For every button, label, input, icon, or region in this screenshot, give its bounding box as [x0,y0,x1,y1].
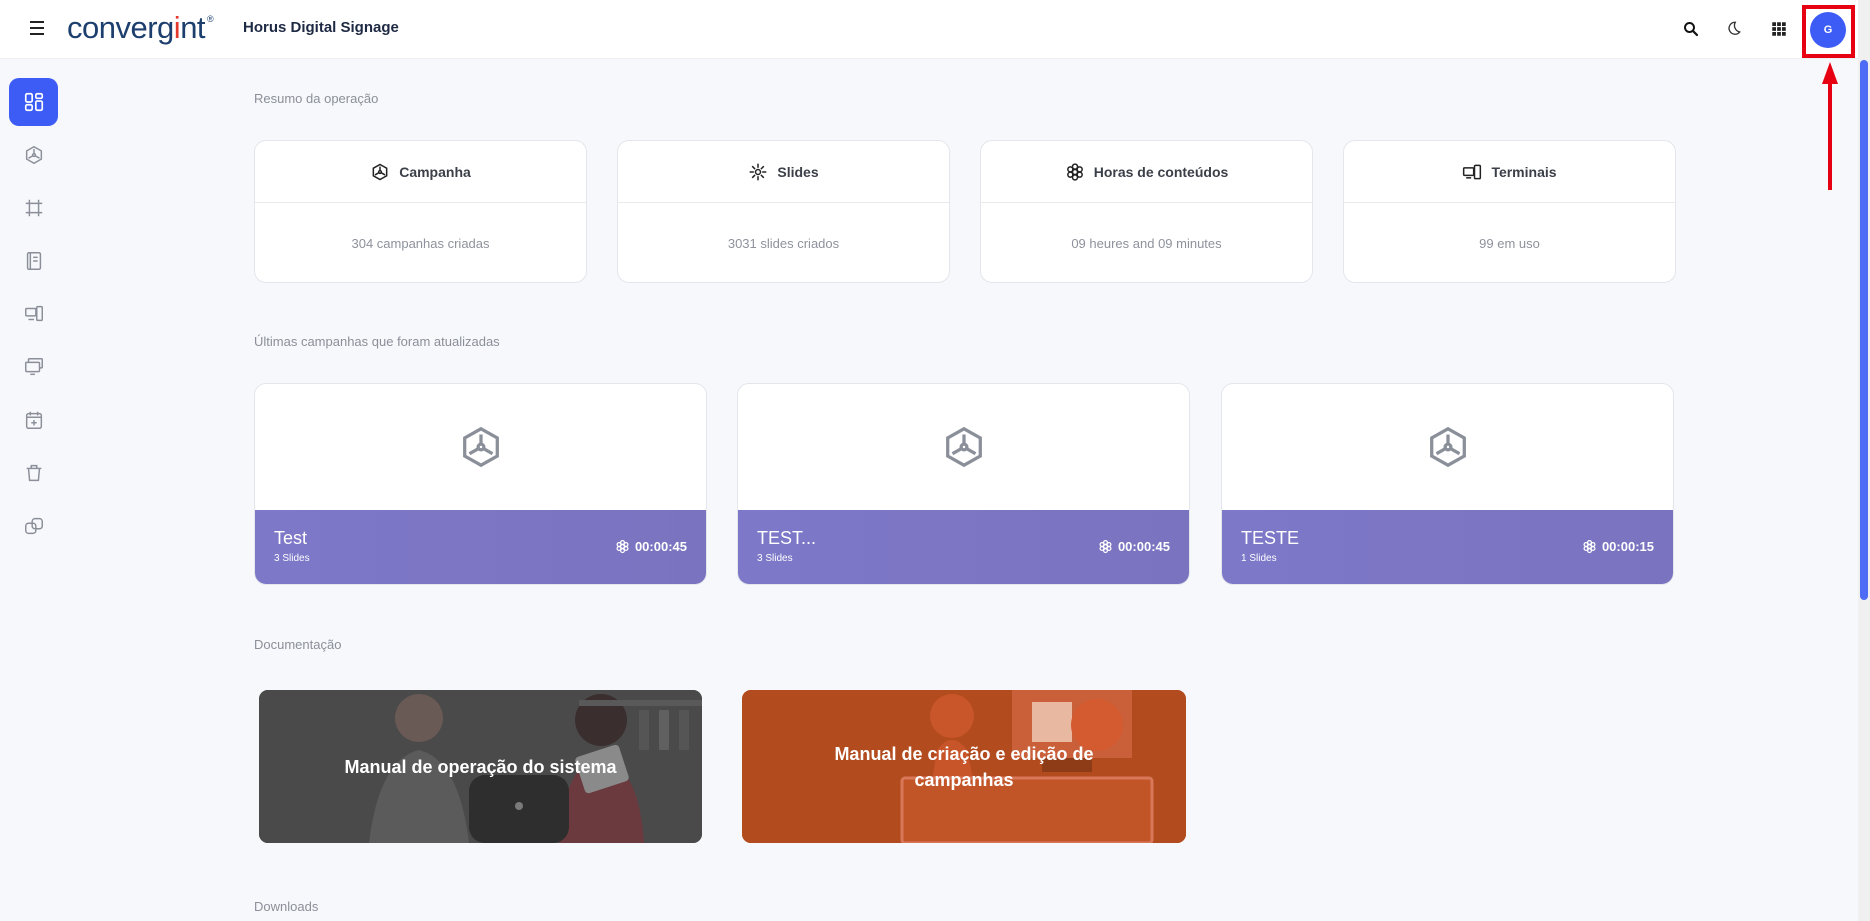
crop-frame-icon [25,199,42,217]
duration-icon [1099,539,1112,554]
campaign-name: Test [274,528,308,548]
stat-card-terminals: Terminais 99 em uso [1343,140,1676,283]
documentation-section-title: Documentação [254,637,342,652]
campaigns-section-title: Últimas campanhas que foram atualizadas [254,334,500,349]
dashboard-icon [24,92,43,112]
search-icon[interactable] [1679,17,1703,41]
slides-icon [750,163,767,180]
hours-icon [1066,162,1083,181]
red-arrow-annotation [1822,62,1838,190]
sidebar-item-terminals[interactable] [9,290,58,338]
sidebar-item-trash[interactable] [9,449,58,497]
stat-value: 3031 slides criados [727,235,840,251]
campaign-card[interactable]: Test 3 Slides 00:00:45 [254,383,707,585]
avatar-highlight-box [1802,5,1855,58]
campaign-name: TEST... [757,528,817,548]
campaign-placeholder-icon [1429,426,1466,468]
stat-value: 09 heures and 09 minutes [1071,235,1222,251]
campaign-duration: 00:00:45 [615,539,687,554]
campaign-card[interactable]: TESTE 1 Slides 00:00:15 [1221,383,1674,585]
convergint-logo[interactable]: convergint ® [67,10,214,46]
campaign-card[interactable]: TEST... 3 Slides 00:00:45 [737,383,1190,585]
campaign-icon [25,145,42,165]
sidebar-item-integrations[interactable] [9,502,58,550]
stat-label: Campanha [399,163,471,180]
notebook-icon [26,252,41,270]
campaign-icon [372,163,388,180]
duration-icon [616,539,629,554]
stat-card-hours: Horas de conteúdos 09 heures and 09 minu… [980,140,1313,283]
stat-card-slides: Slides 3031 slides criados [617,140,950,283]
campaign-duration: 00:00:45 [1098,539,1170,554]
sidebar-item-content[interactable] [9,237,58,285]
sidebar-item-campaigns[interactable] [9,131,58,179]
sidebar [0,60,68,921]
stat-label: Terminais [1491,163,1557,180]
scrollbar-thumb[interactable] [1860,60,1868,600]
menu-icon[interactable] [27,18,47,38]
link-icon [24,517,43,535]
dark-mode-icon[interactable] [1721,17,1745,41]
sidebar-item-dashboard[interactable] [9,78,58,126]
downloads-section-title: Downloads [254,899,319,914]
stat-label: Slides [777,163,819,180]
doc-card-title: Manual de criação e edição de campanhas [834,743,1094,790]
sidebar-item-schedule[interactable] [9,396,58,444]
duration-icon [1583,539,1596,554]
devices-icon [24,305,43,322]
app-title: Horus Digital Signage [243,19,399,36]
campaign-slide-count: 3 Slides [757,553,793,564]
doc-card-title: Manual de operação do sistema [344,756,617,777]
campaign-duration: 00:00:15 [1582,539,1654,554]
stat-value: 304 campanhas criadas [351,235,490,251]
trash-icon [26,464,41,482]
sidebar-item-layouts[interactable] [9,184,58,232]
doc-card-campaign-manual[interactable]: Manual de criação e edição de campanhas [742,690,1186,843]
sidebar-item-displays[interactable] [9,343,58,391]
screens-icon [24,358,43,376]
summary-section-title: Resumo da operação [254,91,379,106]
campaign-name: TESTE [1241,528,1300,548]
campaign-placeholder-icon [945,426,982,468]
stat-value: 99 em uso [1479,235,1540,251]
campaign-slide-count: 1 Slides [1241,553,1277,564]
top-header: convergint ® Horus Digital Signage G [0,0,1870,59]
apps-grid-icon[interactable] [1767,17,1791,41]
terminals-icon [1463,164,1482,179]
calendar-plus-icon [25,411,42,429]
doc-card-operation-manual[interactable]: Manual de operação do sistema [259,690,702,843]
campaign-placeholder-icon [462,426,499,468]
stat-card-campaigns: Campanha 304 campanhas criadas [254,140,587,283]
stat-label: Horas de conteúdos [1093,163,1229,180]
campaign-slide-count: 3 Slides [274,553,310,564]
